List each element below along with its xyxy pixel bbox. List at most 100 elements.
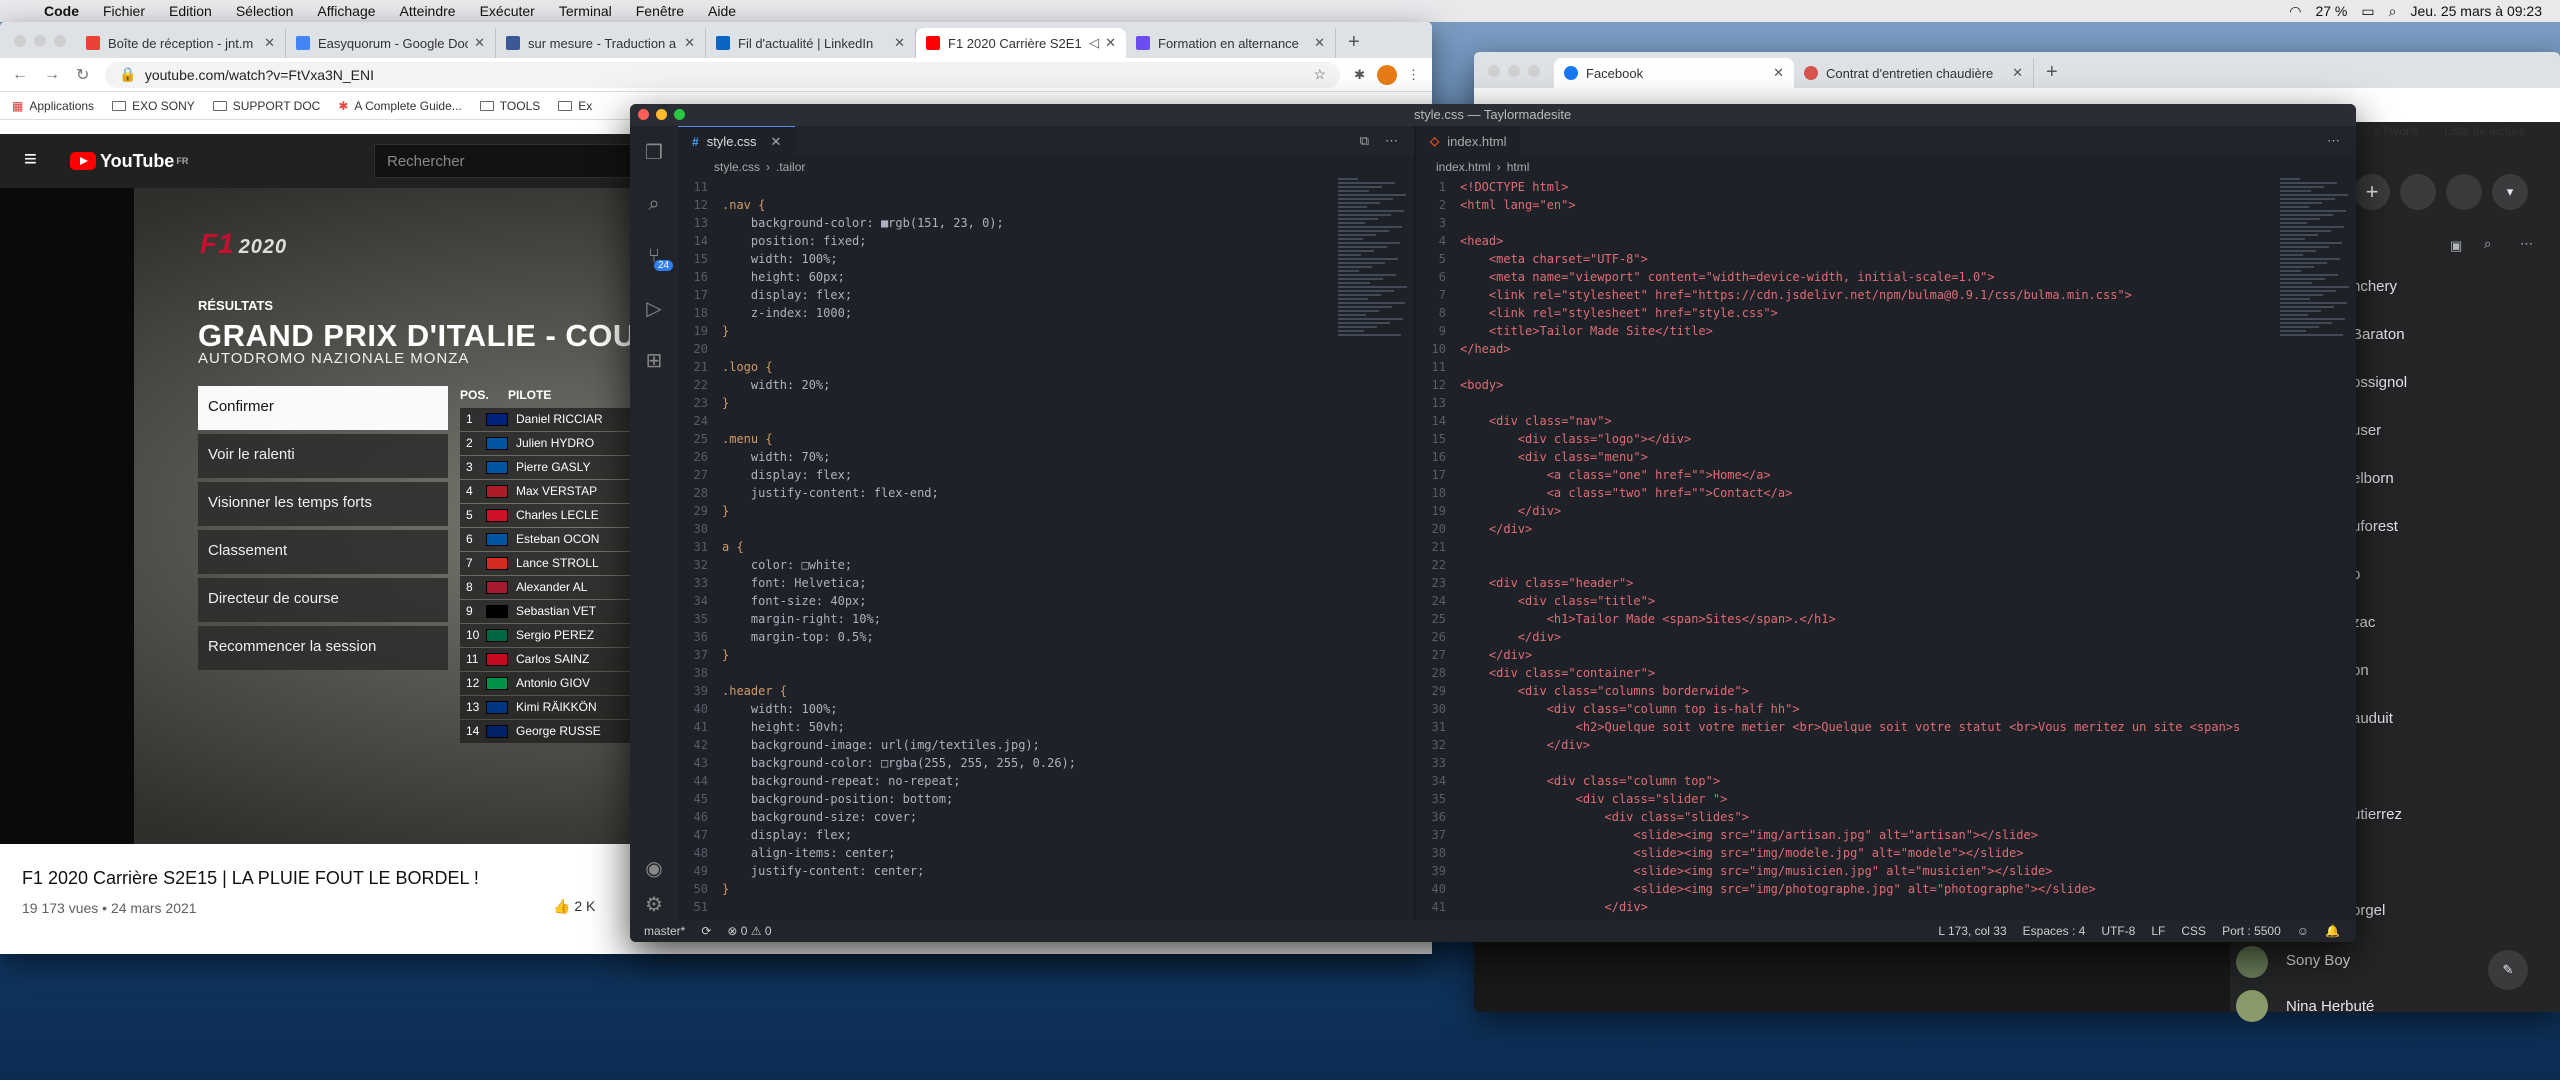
code-line[interactable]: 29 <div class="columns borderwide"> bbox=[1416, 682, 2256, 700]
code-line[interactable]: 22 width: 20%; bbox=[678, 376, 1318, 394]
code-line[interactable]: 26 </div> bbox=[1416, 628, 2256, 646]
bookmark-favoris[interactable]: s favoris bbox=[2374, 124, 2419, 138]
code-line[interactable]: 23} bbox=[678, 394, 1318, 412]
reload-icon[interactable]: ↻ bbox=[76, 65, 89, 85]
code-line[interactable]: 14 <div class="nav"> bbox=[1416, 412, 2256, 430]
search-icon[interactable]: ⌕ bbox=[2389, 3, 2397, 20]
contact-name[interactable]: elborn bbox=[2352, 470, 2394, 487]
code-line[interactable]: 28 justify-content: flex-end; bbox=[678, 484, 1318, 502]
close-tab-icon[interactable]: ✕ bbox=[264, 35, 275, 51]
menu-app-name[interactable]: Code bbox=[32, 3, 91, 19]
code-line[interactable]: 47 display: flex; bbox=[678, 826, 1318, 844]
close-tab-icon[interactable]: ✕ bbox=[2012, 65, 2023, 81]
cursor-position[interactable]: L 173, col 33 bbox=[1938, 924, 2006, 938]
bookmark-ex[interactable]: Ex bbox=[558, 99, 592, 113]
code-line[interactable]: 16 <div class="menu"> bbox=[1416, 448, 2256, 466]
contact-name[interactable]: ossignol bbox=[2352, 374, 2407, 391]
code-line[interactable]: 4 <head> bbox=[1416, 232, 2256, 250]
new-tab-button[interactable]: + bbox=[2046, 61, 2058, 84]
search-icon[interactable]: ⌕ bbox=[2484, 236, 2491, 252]
code-line[interactable]: 34 <div class="column top"> bbox=[1416, 772, 2256, 790]
close-tab-icon[interactable]: ✕ bbox=[1314, 35, 1325, 51]
code-line[interactable]: 13 bbox=[1416, 394, 2256, 412]
code-line[interactable]: 41 </div> bbox=[1416, 898, 2256, 916]
code-line[interactable]: 35 <div class="slider "> bbox=[1416, 790, 2256, 808]
code-line[interactable]: 40 <slide><img src="img/photographe.jpg"… bbox=[1416, 880, 2256, 898]
code-line[interactable]: 20 </div> bbox=[1416, 520, 2256, 538]
menu-item[interactable]: Exécuter bbox=[468, 3, 547, 19]
tab-gmail[interactable]: Boîte de réception - jnt.m ✕ bbox=[76, 28, 286, 58]
code-line[interactable]: 13 background-color: ■rgb(151, 23, 0); bbox=[678, 214, 1318, 232]
code-line[interactable]: 39 .header { bbox=[678, 682, 1318, 700]
tab-facebook[interactable]: Facebook ✕ bbox=[1554, 58, 1794, 88]
code-line[interactable]: 12 .nav { bbox=[678, 196, 1318, 214]
close-tab-icon[interactable]: ✕ bbox=[684, 35, 695, 51]
search-icon[interactable]: ⌕ bbox=[630, 178, 678, 230]
code-line[interactable]: 1 <!DOCTYPE html> bbox=[1416, 178, 2256, 196]
code-line[interactable]: 25 .menu { bbox=[678, 430, 1318, 448]
feedback-icon[interactable]: ☺ bbox=[2297, 924, 2309, 938]
code-line[interactable]: 6 <meta name="viewport" content="width=d… bbox=[1416, 268, 2256, 286]
bookmark-guide[interactable]: ✱ A Complete Guide... bbox=[338, 99, 461, 113]
game-menu-item[interactable]: Directeur de course bbox=[198, 578, 448, 622]
more-options-icon[interactable]: ⋯ bbox=[2520, 236, 2533, 252]
code-line[interactable]: 38 <slide><img src="img/modele.jpg" alt=… bbox=[1416, 844, 2256, 862]
code-line[interactable]: 11 bbox=[678, 178, 1318, 196]
zoom-window-icon[interactable] bbox=[54, 35, 66, 47]
code-line[interactable]: 36 <div class="slides"> bbox=[1416, 808, 2256, 826]
code-line[interactable]: 15 width: 100%; bbox=[678, 250, 1318, 268]
code-line[interactable]: 51 bbox=[678, 898, 1318, 916]
code-line[interactable]: 19} bbox=[678, 322, 1318, 340]
menu-item[interactable]: Atteindre bbox=[388, 3, 468, 19]
code-line[interactable]: 14 position: fixed; bbox=[678, 232, 1318, 250]
code-line[interactable]: 31 a { bbox=[678, 538, 1318, 556]
contact-name[interactable]: user bbox=[2352, 422, 2381, 439]
code-line[interactable]: 9 <title>Tailor Made Site</title> bbox=[1416, 322, 2256, 340]
menu-item[interactable]: Terminal bbox=[547, 3, 624, 19]
close-window-icon[interactable] bbox=[638, 109, 649, 120]
close-tab-icon[interactable]: ✕ bbox=[1773, 65, 1784, 81]
game-menu-item[interactable]: Classement bbox=[198, 530, 448, 574]
back-icon[interactable]: ← bbox=[12, 66, 28, 84]
code-line[interactable]: 16 height: 60px; bbox=[678, 268, 1318, 286]
new-message-icon[interactable]: ✎ bbox=[2488, 950, 2528, 990]
code-line[interactable]: 25 <h1>Tailor Made <span>Sites</span>.</… bbox=[1416, 610, 2256, 628]
code-line[interactable]: 43 background-color: □rgba(255, 255, 255… bbox=[678, 754, 1318, 772]
code-line[interactable]: 22 bbox=[1416, 556, 2256, 574]
video-call-icon[interactable]: ▣ bbox=[2450, 238, 2462, 254]
menu-item[interactable]: Affichage bbox=[305, 3, 387, 19]
menu-item[interactable]: Edition bbox=[157, 3, 224, 19]
code-line[interactable]: 21 bbox=[1416, 538, 2256, 556]
code-line[interactable]: 26 width: 70%; bbox=[678, 448, 1318, 466]
code-line[interactable]: 21 .logo { bbox=[678, 358, 1318, 376]
code-line[interactable]: 8 <link rel="stylesheet" href="style.css… bbox=[1416, 304, 2256, 322]
address-bar[interactable]: 🔒 youtube.com/watch?v=FtVxa3N_ENI ☆ bbox=[105, 61, 1341, 88]
contact-name[interactable]: auduit bbox=[2352, 710, 2393, 727]
game-menu-item[interactable]: Recommencer la session bbox=[198, 626, 448, 670]
breadcrumb-element[interactable]: html bbox=[1507, 160, 1530, 174]
code-line[interactable]: 5 <meta charset="UTF-8"> bbox=[1416, 250, 2256, 268]
zoom-window-icon[interactable] bbox=[674, 109, 685, 120]
code-line[interactable]: 34 font-size: 40px; bbox=[678, 592, 1318, 610]
contact-name[interactable]: orgel bbox=[2352, 902, 2385, 919]
code-line[interactable]: 24 <div class="title"> bbox=[1416, 592, 2256, 610]
code-editor[interactable]: 1 <!DOCTYPE html> 2 <html lang="en"> 3 4 <head… bbox=[1416, 178, 2256, 916]
git-branch[interactable]: master* bbox=[644, 924, 685, 938]
code-line[interactable]: 36 margin-top: 0.5%; bbox=[678, 628, 1318, 646]
bookmark-apps[interactable]: ▦ Applications bbox=[12, 99, 94, 113]
code-line[interactable]: 33 bbox=[1416, 754, 2256, 772]
forward-icon[interactable]: → bbox=[44, 66, 60, 84]
game-menu-item[interactable]: Voir le ralenti bbox=[198, 434, 448, 478]
breadcrumb-file[interactable]: style.css bbox=[714, 160, 760, 174]
language-mode[interactable]: CSS bbox=[2181, 924, 2206, 938]
code-line[interactable]: 11 bbox=[1416, 358, 2256, 376]
bookmark-tools[interactable]: TOOLS bbox=[479, 99, 540, 113]
tab-traduction[interactable]: sur mesure - Traduction a ✕ bbox=[496, 28, 706, 58]
live-server-port[interactable]: Port : 5500 bbox=[2222, 924, 2281, 938]
code-line[interactable]: 28 <div class="container"> bbox=[1416, 664, 2256, 682]
code-line[interactable]: 20 bbox=[678, 340, 1318, 358]
contact-name[interactable]: Sony Boy bbox=[2286, 952, 2350, 969]
menu-item[interactable]: Fenêtre bbox=[624, 3, 696, 19]
menu-item[interactable]: Aide bbox=[696, 3, 748, 19]
explorer-icon[interactable]: ❐ bbox=[630, 126, 678, 178]
